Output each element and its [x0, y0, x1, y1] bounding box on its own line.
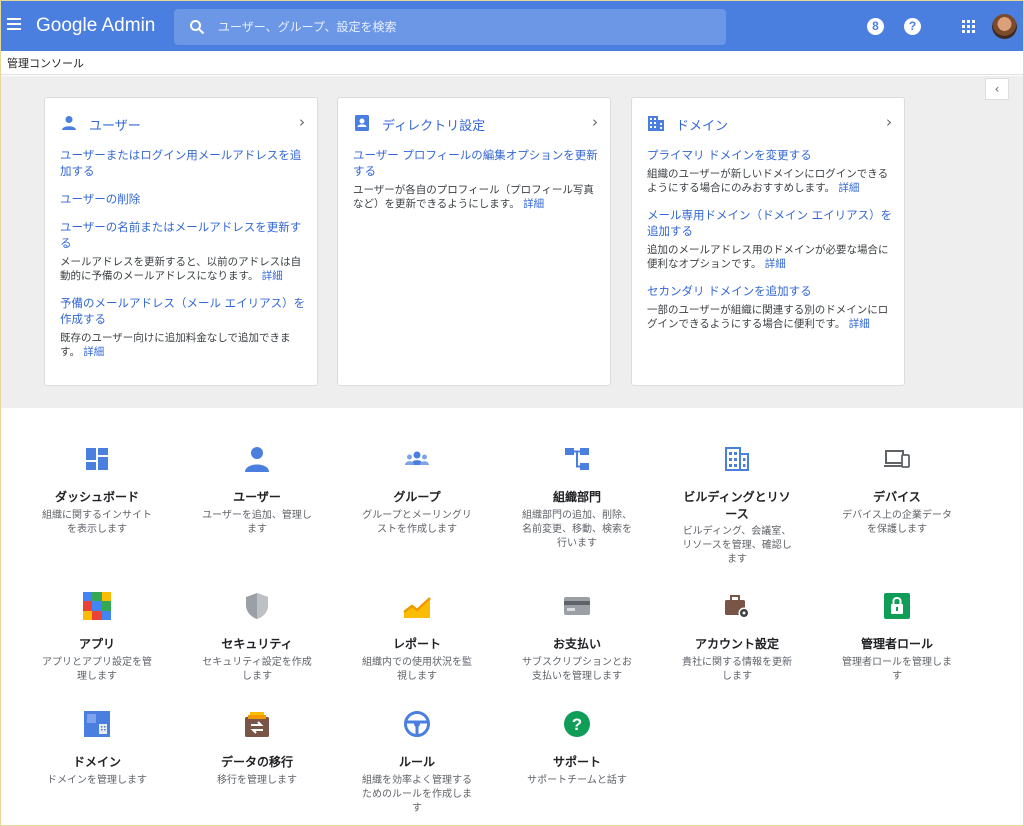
tile-description: アプリとアプリ設定を管理します	[42, 657, 152, 682]
tile-description: グループとメーリングリストを作成します	[362, 510, 472, 535]
tile-description: 管理者ロールを管理します	[842, 657, 952, 682]
tile-title: ビルディングとリソース	[683, 490, 791, 521]
domains-card: ドメイン › プライマリ ドメインを変更する 組織のユーザーが新しいドメインにロ…	[631, 97, 905, 386]
tile-title: お支払い	[552, 637, 601, 651]
search-icon	[190, 20, 205, 35]
domains-card-header[interactable]: ドメイン ›	[647, 112, 892, 134]
tile-title: グループ	[393, 490, 441, 504]
tile-description: 組織部門の追加、削除、名前変更、移動、検索を行います	[522, 510, 632, 549]
tile-title: データの移行	[220, 755, 293, 769]
card-title: ドメイン	[676, 119, 729, 134]
person-icon	[62, 116, 76, 130]
rename-user-link[interactable]: ユーザーの名前またはメールアドレスを更新する	[60, 219, 306, 251]
tile-description: サポートチームと話す	[527, 775, 627, 786]
tile-title: 組織部門	[552, 490, 601, 504]
card-title: ディレクトリ設定	[382, 119, 486, 134]
tile-description: ユーザーを追加、管理します	[202, 510, 312, 535]
tile-description: ビルディング、会議室、リソースを管理、確認します	[682, 526, 792, 565]
card-description: 追加のメールアドレス用のドメインが必要な場合に便利なオプションです。 詳細	[647, 244, 889, 270]
tile-title: アプリ	[78, 637, 115, 651]
delete-user-link[interactable]: ユーザーの削除	[60, 191, 306, 207]
tile-title: ダッシュボード	[54, 490, 139, 504]
directory-card: ディレクトリ設定 › ユーザー プロフィールの編集オプションを更新する ユーザー…	[337, 97, 611, 386]
credit-card-icon	[564, 597, 590, 615]
help-circle-icon: ?	[564, 711, 590, 737]
help-icon[interactable]: ?	[904, 18, 921, 35]
learn-more-link[interactable]: 詳細	[849, 318, 870, 330]
tile-description: 組織を効率よく管理するためのルールを作成します	[362, 775, 472, 814]
data-migration-icon	[245, 712, 269, 737]
directory-card-header[interactable]: ディレクトリ設定 ›	[353, 112, 598, 134]
reports-chart-icon	[403, 597, 431, 618]
add-user-link[interactable]: ユーザーまたはログイン用メールアドレスを追加する	[60, 147, 306, 179]
tile-description: 移行を管理します	[217, 775, 297, 786]
chevron-right-icon[interactable]: ›	[592, 113, 598, 131]
breadcrumb: 管理コンソール	[1, 51, 1023, 75]
svg-text:?: ?	[572, 715, 582, 734]
account-avatar[interactable]	[992, 14, 1017, 39]
user-icon	[245, 447, 269, 472]
profile-edit-link[interactable]: ユーザー プロフィールの編集オプションを更新する	[353, 147, 599, 179]
app-logo[interactable]: Google Admin	[36, 15, 155, 37]
tile-title: ルール	[398, 755, 435, 769]
lock-icon	[884, 593, 910, 619]
dashboard-icon	[86, 448, 108, 470]
tile-description: サブスクリプションとお支払いを管理します	[522, 657, 632, 682]
tile-description: 組織内での使用状況を監視します	[362, 657, 472, 682]
learn-more-link[interactable]: 詳細	[765, 258, 786, 270]
page-title: 管理コンソール	[7, 57, 84, 70]
card-description: 組織のユーザーが新しいドメインにログインできるようにする場合にのみおすすめします…	[647, 168, 889, 194]
card-description: メールアドレスを更新すると、以前のアドレスは自動的に予備のメールアドレスになりま…	[60, 256, 302, 282]
chevron-right-icon[interactable]: ›	[886, 113, 892, 131]
tile-title: ドメイン	[72, 755, 121, 769]
tile-description: セキュリティ設定を作成します	[202, 657, 312, 682]
hamburger-menu-icon[interactable]	[7, 18, 21, 30]
tile-description: 貴社に関する情報を更新します	[682, 657, 792, 682]
building-icon	[725, 447, 749, 471]
search-box[interactable]	[174, 9, 726, 45]
devices-icon	[884, 450, 910, 468]
support-icon[interactable]: 8	[867, 18, 884, 35]
users-card: ユーザー › ユーザーまたはログイン用メールアドレスを追加する ユーザーの削除 …	[44, 97, 318, 386]
tile-description: 組織に関するインサイトを表示します	[42, 510, 152, 535]
tile-title: 管理者ロール	[860, 637, 933, 651]
top-app-bar: Google Admin 8 ?	[1, 1, 1023, 51]
tile-title: デバイス	[873, 490, 921, 504]
tile-title: セキュリティ	[221, 637, 293, 651]
steering-wheel-icon	[404, 711, 430, 737]
change-primary-domain-link[interactable]: プライマリ ドメインを変更する	[647, 147, 893, 163]
learn-more-link[interactable]: 詳細	[83, 346, 104, 358]
add-domain-alias-link[interactable]: メール専用ドメイン（ドメイン エイリアス）を追加する	[647, 207, 893, 239]
learn-more-link[interactable]: 詳細	[262, 270, 283, 282]
card-description: ユーザーが各自のプロフィール（プロフィール写真など）を更新できるようにします。 …	[353, 184, 594, 210]
card-description: 一部のユーザーが組織に関連する別のドメインにログインできるようにする場合に便利で…	[647, 304, 889, 330]
tile-title: アカウント設定	[694, 637, 779, 651]
chevron-right-icon[interactable]: ›	[299, 113, 305, 131]
learn-more-link[interactable]: 詳細	[523, 198, 544, 210]
apps-grid-icon	[83, 592, 111, 620]
groups-icon	[405, 451, 429, 465]
collapse-panel-button[interactable]: ‹	[985, 78, 1009, 100]
search-input[interactable]	[218, 9, 708, 45]
contact-card-icon	[355, 115, 369, 131]
tile-title: サポート	[552, 755, 601, 769]
tile-title: ユーザー	[233, 490, 281, 504]
add-secondary-domain-link[interactable]: セカンダリ ドメインを追加する	[647, 283, 893, 299]
create-alias-link[interactable]: 予備のメールアドレス（メール エイリアス）を作成する	[60, 295, 306, 327]
building-icon	[648, 116, 664, 131]
tile-description: デバイス上の企業データを保護します	[842, 510, 952, 535]
shield-icon	[246, 593, 268, 619]
card-title: ユーザー	[89, 119, 141, 134]
users-card-header[interactable]: ユーザー ›	[60, 112, 305, 134]
card-description: 既存のユーザー向けに追加料金なしで追加できます。 詳細	[60, 332, 291, 358]
tile-description: ドメインを管理します	[47, 775, 147, 786]
apps-launcher-icon[interactable]	[962, 20, 975, 33]
org-units-icon	[565, 448, 589, 470]
learn-more-link[interactable]: 詳細	[838, 182, 859, 194]
briefcase-gear-icon	[725, 595, 750, 619]
domain-icon	[84, 711, 110, 737]
tile-title: レポート	[392, 637, 441, 651]
